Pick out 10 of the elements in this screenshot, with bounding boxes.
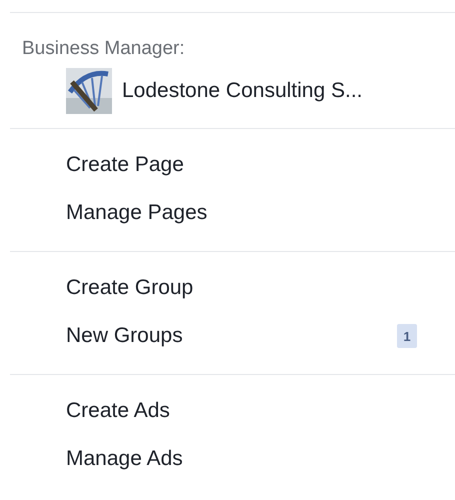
menu-item[interactable]: Create Page: [66, 153, 417, 177]
account-link[interactable]: Lodestone Consulting S...: [122, 79, 362, 103]
account-logo-icon: [66, 68, 112, 114]
section-label: Business Manager:: [22, 37, 185, 61]
count-badge: 1: [397, 324, 417, 348]
menu-item[interactable]: New Groups: [66, 324, 397, 348]
menu-item[interactable]: Create Ads: [66, 399, 417, 423]
menu-item[interactable]: Manage Ads: [66, 447, 417, 471]
menu-item[interactable]: Manage Pages: [66, 201, 417, 225]
menu-item[interactable]: Create Group: [66, 276, 417, 300]
